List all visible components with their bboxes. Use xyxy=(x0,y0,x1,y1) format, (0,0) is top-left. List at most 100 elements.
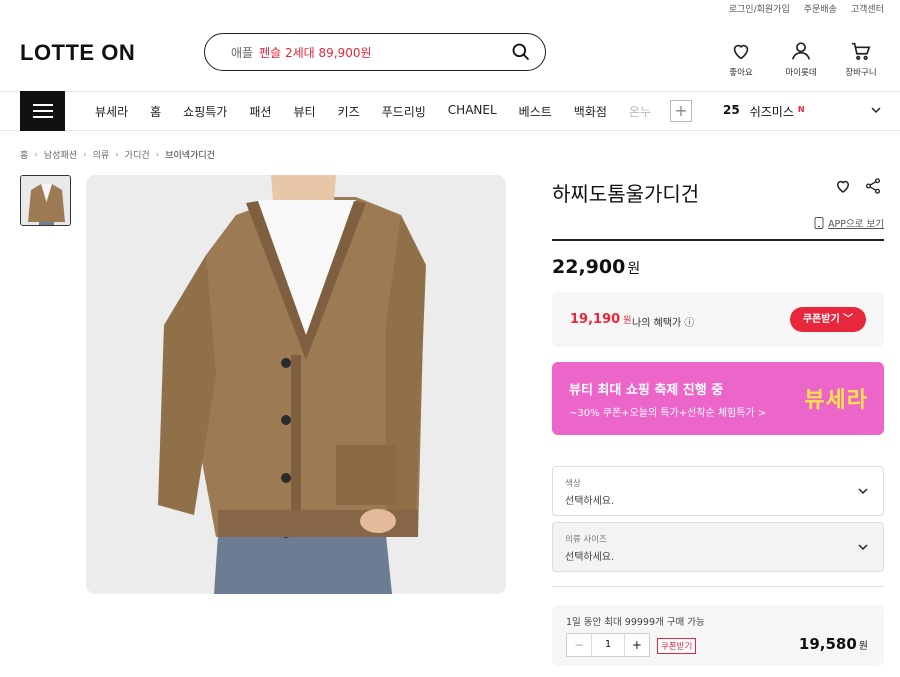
breadcrumb-vneck-cardigan[interactable]: 브이넥가디건 xyxy=(165,148,215,161)
mypage-button[interactable]: 마이롯데 xyxy=(778,40,824,78)
trending-rank: 25 xyxy=(723,103,740,117)
benefit-label-text: 나의 혜택가 xyxy=(632,318,682,329)
banner-title: 뷰티 최대 쇼핑 축제 진행 중 xyxy=(569,383,724,398)
login-link[interactable]: 로그인/회원가입 xyxy=(729,2,790,15)
hamburger-icon-bar xyxy=(32,104,53,106)
option-value: 선택하세요. xyxy=(565,496,615,507)
search-icon[interactable] xyxy=(511,42,531,62)
share-icon[interactable] xyxy=(864,177,882,195)
app-view-label: APP으로 보기 xyxy=(828,219,884,230)
option-label: 색상 xyxy=(565,479,581,489)
product-price: 22,900 원 xyxy=(552,256,640,278)
option-label: 의류 사이즈 xyxy=(565,535,607,545)
coupon-button-label: 쿠폰받기 xyxy=(802,314,840,325)
price-value: 22,900 xyxy=(552,256,626,278)
search-placeholder-prefix: 애플 xyxy=(231,45,254,60)
chevron-down-icon[interactable] xyxy=(870,104,882,116)
info-icon: ⓘ xyxy=(684,318,695,329)
nav-item-department-store[interactable]: 백화점 xyxy=(574,103,607,120)
color-option-select[interactable]: 색상 선택하세요. xyxy=(552,466,884,516)
chevron-down-icon xyxy=(858,488,868,495)
benefit-label[interactable]: 나의 혜택가 ⓘ xyxy=(632,314,694,329)
quantity-coupon-button[interactable]: 쿠폰받기 xyxy=(657,638,697,654)
wishlist-button[interactable]: 좋아요 xyxy=(718,40,764,78)
nav-item-best[interactable]: 베스트 xyxy=(519,103,552,120)
total-price-value: 19,580 xyxy=(798,635,857,653)
hamburger-icon-bar xyxy=(32,110,53,112)
quantity-plus-button[interactable]: + xyxy=(625,634,649,656)
trending-keyword[interactable]: 25 쉬즈미스 N xyxy=(723,103,805,120)
quantity-stepper: − 1 + xyxy=(566,633,650,657)
nav-item-food-living[interactable]: 푸드리빙 xyxy=(382,103,426,120)
promo-banner[interactable]: 뷰티 최대 쇼핑 축제 진행 중 ~30% 쿠폰+오늘의 특가+선착순 체험특가… xyxy=(552,362,884,435)
order-tracking-link[interactable]: 주문배송 xyxy=(804,2,837,15)
total-price-currency: 원 xyxy=(858,641,868,652)
cart-label: 장바구니 xyxy=(845,68,877,78)
breadcrumb-clothing[interactable]: 의류 xyxy=(93,148,110,161)
chevron-right-icon: › xyxy=(115,149,119,160)
price-currency: 원 xyxy=(627,261,641,277)
nav-item-shopping-deals[interactable]: 쇼핑특가 xyxy=(183,103,227,120)
heart-icon xyxy=(733,44,749,60)
option-value: 선택하세요. xyxy=(565,552,615,563)
nav-more-button[interactable]: + xyxy=(670,100,692,122)
benefit-price-value: 19,190 xyxy=(570,312,621,327)
wishlist-label: 좋아요 xyxy=(729,68,753,78)
breadcrumb-mens-fashion[interactable]: 남성패션 xyxy=(44,148,77,161)
chevron-right-icon: › xyxy=(34,149,38,160)
mypage-label: 마이롯데 xyxy=(785,68,817,78)
benefit-price-currency: 원 xyxy=(623,316,632,326)
benefit-price-box: 19,190 원 나의 혜택가 ⓘ 쿠폰받기 ﹀ xyxy=(552,292,884,347)
nav-item-chanel[interactable]: CHANEL xyxy=(448,103,497,120)
quantity-input[interactable]: 1 xyxy=(591,634,625,656)
chevron-right-icon: › xyxy=(155,149,160,160)
nav-item-beausera[interactable]: 뷰세라 xyxy=(95,103,128,120)
breadcrumb: 홈 › 남성패션 › 의류 › 가디건 › 브이넥가디건 xyxy=(20,148,215,162)
header-icons: 좋아요 마이롯데 장바구니 xyxy=(718,40,884,78)
breadcrumb-cardigan[interactable]: 가디건 xyxy=(125,148,150,161)
cardigan-photo xyxy=(86,175,506,594)
total-price: 19,580 원 xyxy=(799,635,868,653)
divider xyxy=(552,586,884,587)
coupon-download-button[interactable]: 쿠폰받기 ﹀ xyxy=(790,307,866,332)
global-nav: 뷰세라 홈 쇼핑특가 패션 뷰티 키즈 푸드리빙 CHANEL 베스트 백화점 … xyxy=(0,91,900,131)
hamburger-icon-bar xyxy=(32,116,53,118)
product-title: 하찌도톰울가디건 xyxy=(552,182,700,206)
customer-center-link[interactable]: 고객센터 xyxy=(851,2,884,15)
heart-icon[interactable] xyxy=(834,177,852,195)
chevron-down-icon xyxy=(858,544,868,551)
search-placeholder-highlight: 펜슬 2세대 89,900원 xyxy=(259,45,372,60)
cart-button[interactable]: 장바구니 xyxy=(838,40,884,78)
product-thumbnail[interactable] xyxy=(20,175,71,226)
breadcrumb-home[interactable]: 홈 xyxy=(20,148,28,161)
lotte-on-logo[interactable]: LOTTE ON xyxy=(20,40,135,66)
divider xyxy=(552,239,884,241)
product-main-image[interactable] xyxy=(86,175,506,594)
app-view-link[interactable]: APP으로 보기 xyxy=(814,216,884,230)
benefit-price: 19,190 원 xyxy=(570,312,631,327)
nav-item-fashion[interactable]: 패션 xyxy=(249,103,271,120)
nav-item-kids[interactable]: 키즈 xyxy=(338,103,360,120)
nav-item-home[interactable]: 홈 xyxy=(150,103,161,120)
cardigan-thumbnail-image xyxy=(21,176,70,225)
chevron-right-icon: › xyxy=(83,149,87,160)
person-icon xyxy=(791,42,811,60)
quantity-minus-button[interactable]: − xyxy=(567,634,591,656)
phone-icon xyxy=(814,217,824,229)
nav-menu: 뷰세라 홈 쇼핑특가 패션 뷰티 키즈 푸드리빙 CHANEL 베스트 백화점 … xyxy=(95,103,651,120)
nav-item-beauty[interactable]: 뷰티 xyxy=(293,103,315,120)
search-bar[interactable]: 애플 펜슬 2세대 89,900원 xyxy=(204,33,546,71)
utility-links: 로그인/회원가입 주문배송 고객센터 xyxy=(729,2,884,15)
quantity-box: 1일 동안 최대 99999개 구매 가능 − 1 + 쿠폰받기 19,580 원 xyxy=(552,605,884,666)
product-tools xyxy=(834,177,882,195)
new-badge: N xyxy=(797,105,805,114)
purchase-limit-text: 1일 동안 최대 99999개 구매 가능 xyxy=(566,617,705,628)
banner-subtitle: ~30% 쿠폰+오늘의 특가+선착순 체험특가 > xyxy=(569,408,767,419)
trending-keyword-text: 쉬즈미스 xyxy=(749,105,794,119)
cart-icon xyxy=(851,42,871,60)
nav-item-onnu[interactable]: 온누 xyxy=(629,103,651,120)
all-categories-button[interactable] xyxy=(20,91,65,131)
chevron-down-icon: ﹀ xyxy=(843,314,854,325)
banner-brand-logo: 뷰세라 xyxy=(804,388,868,413)
size-option-select[interactable]: 의류 사이즈 선택하세요. xyxy=(552,522,884,572)
